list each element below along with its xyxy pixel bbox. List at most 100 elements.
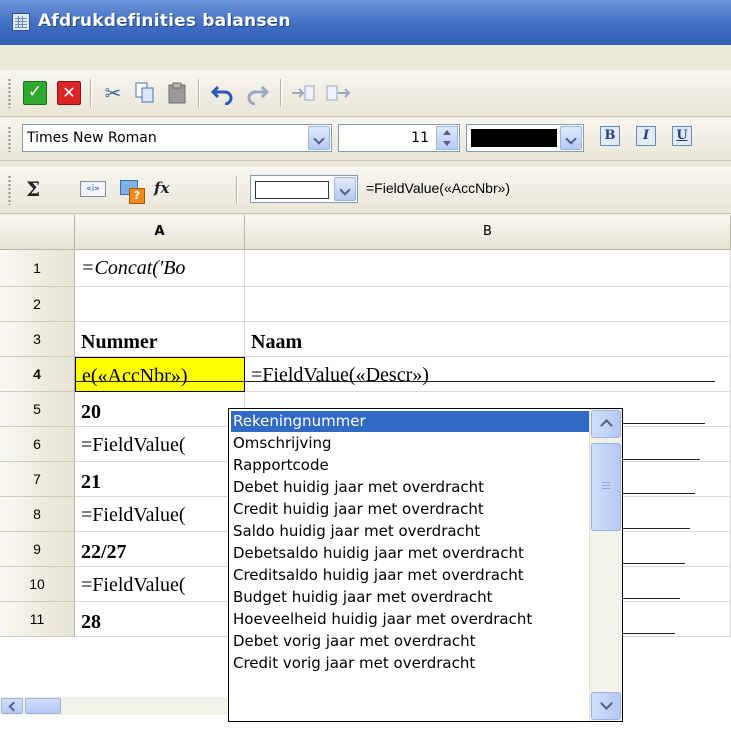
column-header-b[interactable]: B [245,215,731,250]
row-underline [620,423,705,424]
cell-a3[interactable]: Nummer [75,322,245,357]
toolbar-separator [280,79,281,107]
toolbar-separator [198,79,199,107]
cancel-button[interactable]: ✕ [54,78,84,108]
insert-column-button[interactable] [322,78,352,108]
copy-button[interactable] [130,78,160,108]
cut-button[interactable]: ✂ [98,78,128,108]
field-dropdown-list[interactable]: Rekeningnummer Omschrijving Rapportcode … [228,408,623,722]
paste-button[interactable] [162,78,192,108]
cell-a2[interactable] [75,287,245,322]
insert-field-icon[interactable]: «i» [80,181,106,197]
border-style-select[interactable] [250,175,358,203]
list-item[interactable]: Creditsaldo huidig jaar met overdracht [231,565,524,586]
redo-button[interactable] [242,78,272,108]
list-item[interactable]: Debet huidig jaar met overdracht [231,477,484,498]
italic-button[interactable]: I [636,126,656,146]
list-item[interactable]: Saldo huidig jaar met overdracht [231,521,480,542]
accept-button[interactable]: ✓ [20,78,50,108]
scroll-up-icon[interactable] [591,410,621,438]
cell-b1[interactable] [245,250,731,287]
cell-a7[interactable]: 21 [75,462,245,497]
font-size-value: 11 [411,130,429,146]
list-item[interactable]: Rapportcode [231,455,329,476]
spreadsheet-icon [12,13,30,31]
paste-icon [168,82,186,104]
cell-b3[interactable]: Naam [245,322,731,357]
cell-a10[interactable]: =FieldValue( [75,567,245,602]
cell-a6[interactable]: =FieldValue( [75,427,245,462]
cell-a8[interactable]: =FieldValue( [75,497,245,532]
column-header-a[interactable]: A [75,215,245,250]
cell-b4[interactable]: =FieldValue(«Descr») [245,357,731,392]
list-item[interactable]: Credit vorig jaar met overdracht [231,653,475,674]
cell-a1[interactable]: =Concat('Bo [75,250,245,287]
bold-button[interactable]: B [600,126,620,146]
list-item[interactable]: Omschrijving [231,433,332,454]
toolbar-grip[interactable] [8,175,11,205]
corner-header[interactable] [0,215,75,250]
underline-button[interactable]: U [672,126,692,146]
row-underline [620,598,680,599]
chevron-down-icon[interactable] [560,126,582,150]
toolbar-grip[interactable] [8,126,11,152]
font-name-value: Times New Roman [27,130,157,146]
row-header[interactable]: 9 [0,532,75,567]
insert-row-button[interactable] [288,78,318,108]
row-header[interactable]: 6 [0,427,75,462]
vertical-scrollbar[interactable] [589,409,622,721]
list-item[interactable]: Debet vorig jaar met overdracht [231,631,476,652]
function-wizard-icon[interactable]: ? [120,178,146,204]
accept-icon: ✓ [23,81,47,105]
row-underline [620,633,675,634]
row-header[interactable]: 7 [0,462,75,497]
row-header[interactable]: 3 [0,322,75,357]
insert-column-icon [326,85,350,101]
spin-arrows-icon[interactable] [436,126,458,150]
font-name-select[interactable]: Times New Roman [22,124,332,152]
scroll-thumb[interactable] [25,698,61,714]
row-header[interactable]: 2 [0,287,75,322]
list-item[interactable]: Budget huidig jaar met overdracht [231,587,493,608]
row-header[interactable]: 8 [0,497,75,532]
cell-a5[interactable]: 20 [75,392,245,427]
cancel-icon: ✕ [57,81,81,105]
row-header[interactable]: 5 [0,392,75,427]
list-item[interactable]: Hoeveelheid huidig jaar met overdracht [231,609,532,630]
toolbar-grip[interactable] [8,78,11,108]
scroll-left-icon[interactable] [1,698,23,714]
format-toolbar: Times New Roman 11 B I U [0,118,731,161]
undo-button[interactable] [208,78,238,108]
title-gap [0,45,731,70]
window: Afdrukdefinities balansen ✓ ✕ ✂ Times Ne… [0,0,731,738]
row-header[interactable]: 10 [0,567,75,602]
toolbar-separator [90,79,91,107]
cell-a9[interactable]: 22/27 [75,532,245,567]
row-underline [620,563,685,564]
list-item[interactable]: Debetsaldo huidig jaar met overdracht [231,543,524,564]
row-underline [620,459,700,460]
chevron-down-icon[interactable] [308,126,330,150]
font-size-stepper[interactable]: 11 [338,124,460,152]
row-underline [620,493,695,494]
title-bar[interactable]: Afdrukdefinities balansen [0,0,731,45]
formula-bar[interactable]: =FieldValue(«AccNbr») [366,180,510,196]
scroll-thumb[interactable] [591,443,621,531]
sum-button[interactable]: Σ [26,175,40,203]
row-header[interactable]: 4 [0,357,75,392]
fx-button[interactable]: fx [154,179,169,197]
list-item[interactable]: Rekeningnummer [231,411,589,432]
window-title: Afdrukdefinities balansen [38,11,291,31]
row-header[interactable]: 11 [0,602,75,637]
list-item[interactable]: Credit huidig jaar met overdracht [231,499,484,520]
cell-b2[interactable] [245,287,731,322]
scroll-down-icon[interactable] [591,692,621,720]
font-color-select[interactable] [466,124,584,152]
horizontal-scrollbar[interactable] [0,697,228,715]
row-header[interactable]: 1 [0,250,75,287]
color-swatch [471,129,557,147]
cell-a11[interactable]: 28 [75,602,245,637]
copy-icon [135,82,154,103]
cell-a4[interactable]: e(«AccNbr») [75,357,245,392]
chevron-down-icon[interactable] [334,177,356,201]
